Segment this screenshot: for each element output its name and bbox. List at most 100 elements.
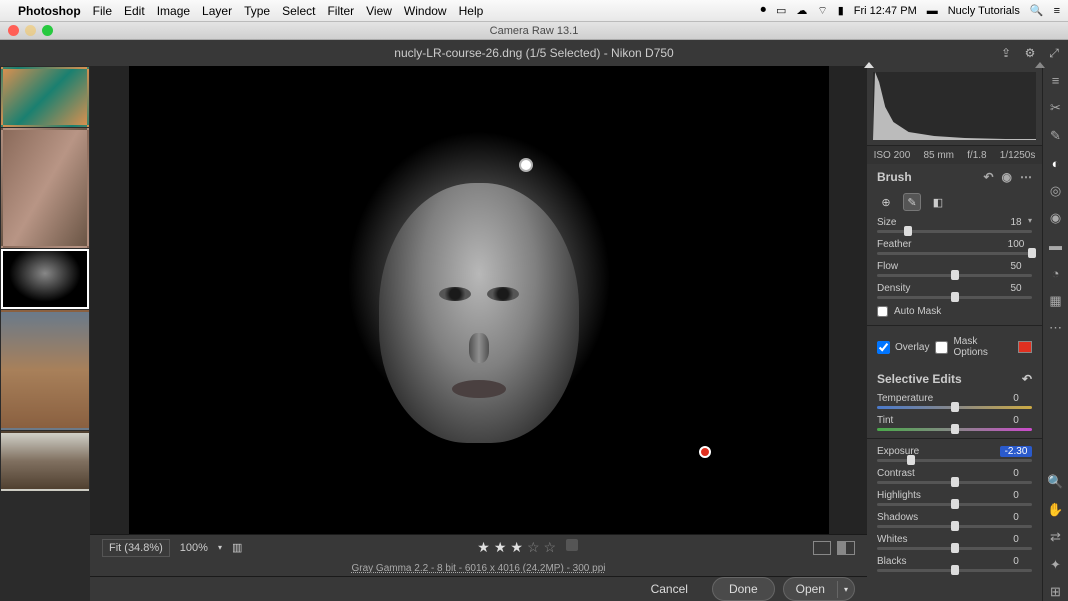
size-flyout-icon[interactable]: ▾	[1028, 216, 1032, 225]
zoom-percent[interactable]: 100%	[180, 542, 208, 554]
star-3[interactable]: ★	[510, 539, 523, 556]
star-2[interactable]: ★	[494, 539, 507, 556]
automask-input[interactable]	[877, 306, 888, 317]
cancel-button[interactable]: Cancel	[635, 578, 704, 600]
filmstrip[interactable]	[0, 66, 90, 601]
chevron-down-icon[interactable]: ▾	[218, 543, 222, 552]
spotlight-icon[interactable]: 🔍	[1030, 4, 1044, 17]
brush-pin-mask[interactable]	[699, 446, 711, 458]
brush-pin-active[interactable]	[519, 158, 533, 172]
minimize-icon[interactable]	[25, 25, 36, 36]
menu-file[interactable]: File	[93, 4, 112, 18]
menu-image[interactable]: Image	[157, 4, 190, 18]
histogram[interactable]	[867, 66, 1042, 146]
menu-view[interactable]: View	[366, 4, 392, 18]
shadow-clip-icon[interactable]	[864, 62, 874, 68]
fullscreen-icon[interactable]: ⤢	[1046, 45, 1062, 61]
menu-select[interactable]: Select	[282, 4, 315, 18]
chevron-down-icon[interactable]: ▾	[837, 581, 854, 598]
undo-icon[interactable]: ↶	[983, 170, 993, 184]
tray-icon[interactable]: ▭	[776, 4, 786, 17]
zoom-icon[interactable]	[42, 25, 53, 36]
overlay-checkbox[interactable]: Overlay	[877, 341, 929, 354]
settings-gear-icon[interactable]: ⚙	[1022, 45, 1038, 61]
add-brush-icon[interactable]: ✎	[903, 193, 921, 211]
eyedropper-icon[interactable]: ✎	[1047, 127, 1065, 145]
thumbnail-1[interactable]	[1, 67, 89, 127]
flag-icon[interactable]: ▬	[927, 5, 938, 17]
wifi-icon[interactable]: ⌔	[817, 4, 827, 18]
maskoptions-input[interactable]	[935, 341, 948, 354]
screencast-icon[interactable]: ⏺	[760, 4, 766, 17]
user-name[interactable]: Nucly Tutorials	[948, 5, 1020, 17]
size-slider[interactable]: Size18 ▾	[867, 214, 1042, 236]
more-icon[interactable]: ⋯	[1020, 170, 1032, 184]
star-1[interactable]: ★	[477, 539, 490, 556]
more-tools-icon[interactable]: ⋯	[1047, 320, 1065, 338]
radial-icon[interactable]: ◉	[1047, 210, 1065, 228]
sampler-icon[interactable]: ✦	[1047, 556, 1065, 574]
mask-options[interactable]: Mask Options	[935, 336, 1032, 358]
shadows-slider[interactable]: Shadows0	[867, 509, 1042, 531]
split-view-icon[interactable]	[837, 541, 855, 555]
highlight-clip-icon[interactable]	[1035, 62, 1045, 68]
menu-type[interactable]: Type	[244, 4, 270, 18]
compare-icon[interactable]: ▥	[232, 541, 242, 554]
thumbnail-4[interactable]	[1, 310, 89, 430]
star-5[interactable]: ☆	[544, 539, 557, 556]
single-view-icon[interactable]	[813, 541, 831, 555]
close-icon[interactable]	[8, 25, 19, 36]
color-label[interactable]	[566, 539, 578, 551]
feather-slider[interactable]: Feather100	[867, 236, 1042, 258]
thumbnail-5[interactable]	[1, 431, 89, 491]
spot-heal-icon[interactable]: ◔	[1047, 265, 1065, 283]
canvas-area[interactable]	[90, 66, 867, 534]
rating-stars[interactable]: ★ ★ ★ ☆ ☆	[477, 539, 578, 556]
open-button[interactable]: Open▾	[783, 577, 855, 601]
presets-icon[interactable]: ▦	[1047, 292, 1065, 310]
app-name[interactable]: Photoshop	[18, 4, 81, 18]
overlay-input[interactable]	[877, 341, 890, 354]
whites-slider[interactable]: Whites0	[867, 531, 1042, 553]
toggle-icon[interactable]: ⇄	[1047, 529, 1065, 547]
done-button[interactable]: Done	[712, 577, 775, 601]
menu-window[interactable]: Window	[404, 4, 447, 18]
thumbnail-3-selected[interactable]	[1, 249, 89, 309]
image-info-link[interactable]: Gray Gamma 2.2 - 8 bit - 6016 x 4016 (24…	[90, 560, 867, 576]
hand-tool-icon[interactable]: ✋	[1047, 501, 1065, 519]
export-icon[interactable]: ⇪	[998, 45, 1014, 61]
gradient-icon[interactable]: ▬	[1047, 237, 1065, 255]
thumbnail-2[interactable]	[1, 128, 89, 248]
blacks-slider[interactable]: Blacks0	[867, 553, 1042, 575]
contrast-slider[interactable]: Contrast0	[867, 465, 1042, 487]
tint-slider[interactable]: Tint0	[867, 412, 1042, 434]
new-brush-icon[interactable]: ⊕	[877, 193, 895, 211]
highlights-slider[interactable]: Highlights0	[867, 487, 1042, 509]
crop-tool-icon[interactable]: ✂	[1047, 100, 1065, 118]
flow-slider[interactable]: Flow50	[867, 258, 1042, 280]
traffic-lights[interactable]	[0, 25, 53, 36]
clock[interactable]: Fri 12:47 PM	[854, 5, 917, 17]
fit-zoom-dropdown[interactable]: Fit (34.8%)	[102, 539, 170, 557]
local-adjust-icon[interactable]: ◐	[1047, 155, 1065, 173]
erase-brush-icon[interactable]: ◧	[929, 193, 947, 211]
menu-icon[interactable]: ≡	[1054, 5, 1060, 17]
visibility-icon[interactable]: ◉	[1002, 170, 1012, 184]
menu-edit[interactable]: Edit	[124, 4, 145, 18]
battery-icon[interactable]: ▮	[838, 4, 844, 17]
menu-layer[interactable]: Layer	[202, 4, 232, 18]
cloud-icon[interactable]: ☁	[796, 4, 807, 17]
mask-color-swatch[interactable]	[1018, 341, 1032, 353]
star-4[interactable]: ☆	[527, 539, 540, 556]
menu-help[interactable]: Help	[459, 4, 484, 18]
zoom-tool-icon[interactable]: 🔍	[1047, 474, 1065, 492]
redeye-icon[interactable]: ◎	[1047, 182, 1065, 200]
menu-filter[interactable]: Filter	[327, 4, 354, 18]
image-canvas[interactable]	[129, 66, 829, 534]
automask-checkbox[interactable]: Auto Mask	[867, 302, 1042, 321]
exposure-slider[interactable]: Exposure-2.30	[867, 443, 1042, 465]
temperature-slider[interactable]: Temperature0	[867, 390, 1042, 412]
density-slider[interactable]: Density50	[867, 280, 1042, 302]
edit-panel-icon[interactable]: ≡	[1047, 72, 1065, 90]
reset-icon[interactable]: ↶	[1022, 372, 1032, 386]
